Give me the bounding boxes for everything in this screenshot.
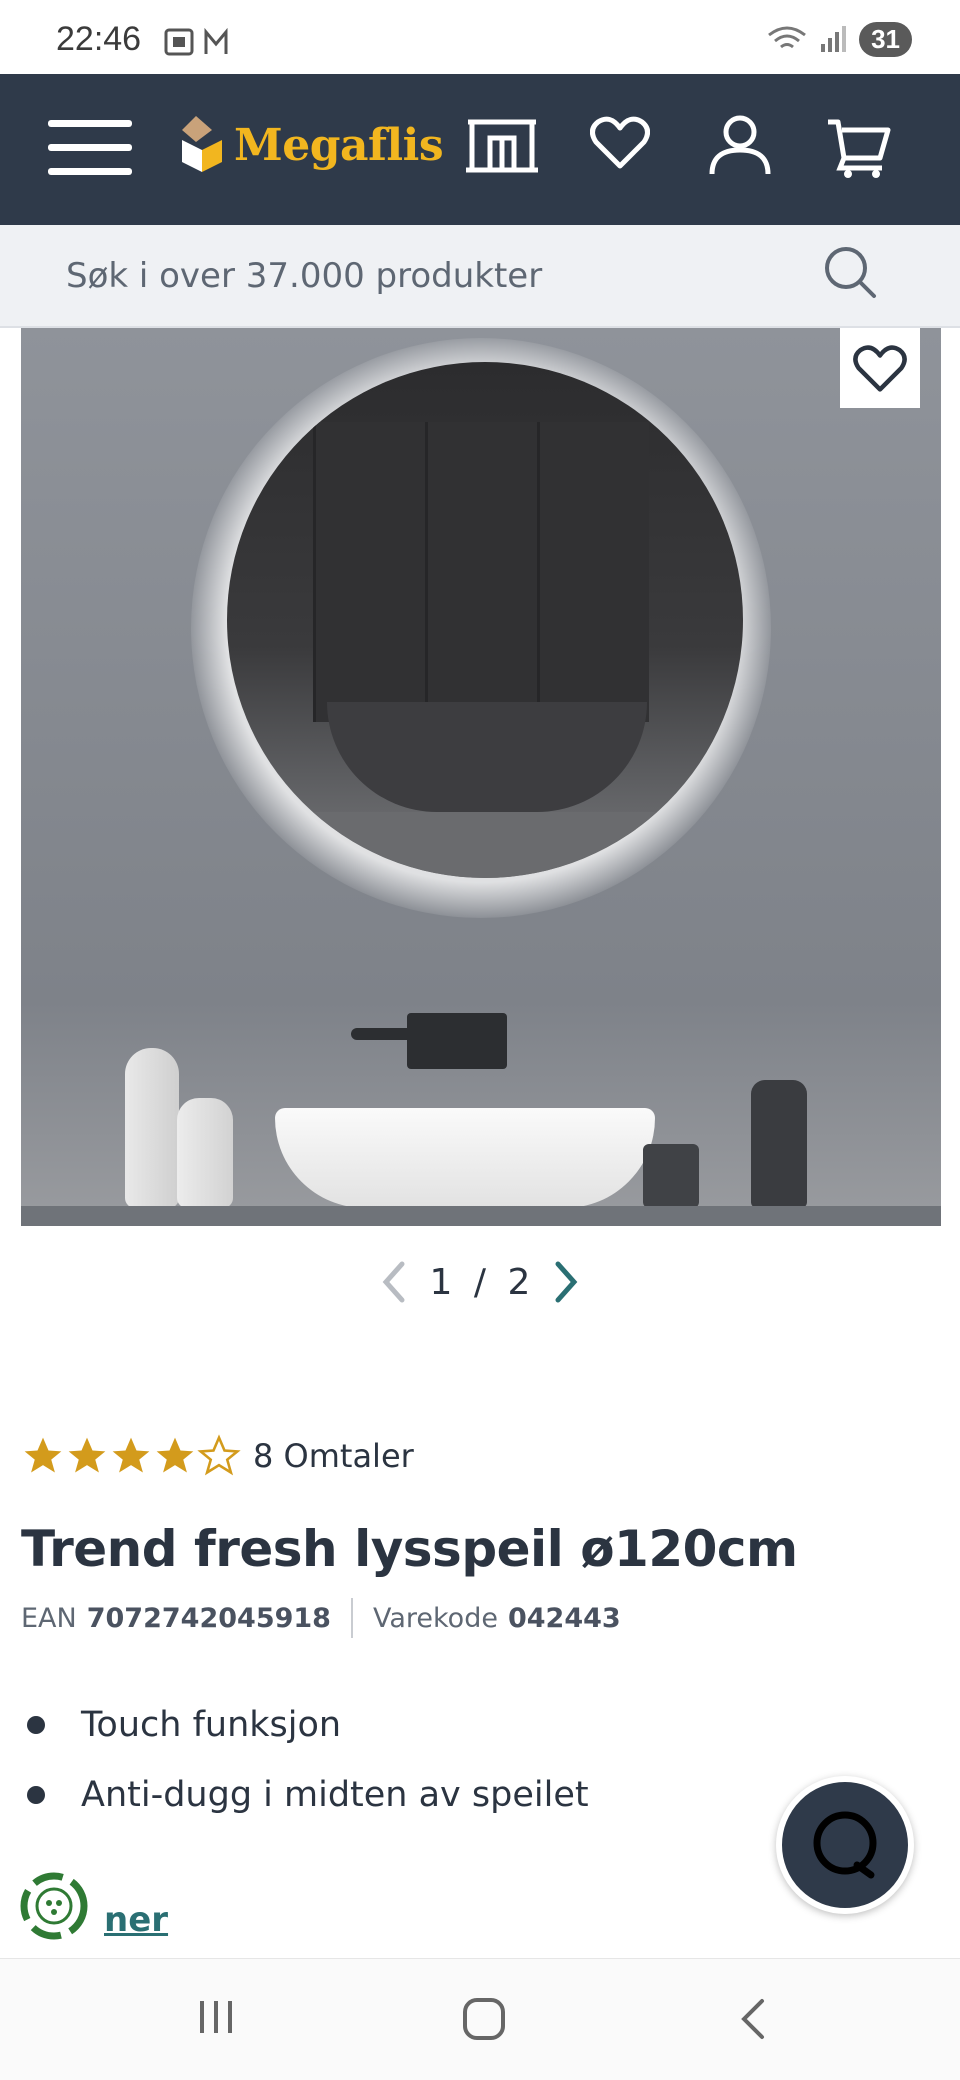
product-title: Trend fresh lysspeil ø120cm (21, 1520, 798, 1578)
search-bar (0, 225, 960, 328)
sink-basin (275, 1108, 655, 1208)
pager-total: 2 (507, 1261, 531, 1303)
feature-item: Anti-dugg i midten av speilet (21, 1760, 589, 1830)
status-bar: 22:46 31 (0, 0, 960, 74)
star-filled-icon (156, 1437, 194, 1473)
ean-value: 7072742045918 (86, 1602, 331, 1634)
code-value: 042443 (507, 1602, 621, 1634)
back-icon[interactable] (738, 1997, 768, 2045)
search-input[interactable] (66, 249, 786, 303)
faucet (407, 1013, 507, 1069)
reviews-count[interactable]: 8 Omtaler (253, 1437, 414, 1475)
pager-separator: / (473, 1261, 487, 1303)
ean-label: EAN (21, 1602, 77, 1634)
cart-icon[interactable] (826, 114, 892, 180)
star-filled-icon (68, 1437, 106, 1473)
code-label: Varekode (372, 1602, 498, 1634)
wifi-icon (768, 26, 806, 48)
brand-logo[interactable]: Megaflis (178, 116, 444, 174)
signal-icon (821, 25, 847, 52)
feature-list: Touch funksjon Anti-dugg i midten av spe… (21, 1690, 589, 1830)
status-right: 31 (767, 22, 912, 57)
brand-name: Megaflis (234, 119, 444, 171)
add-to-favorites-button[interactable] (840, 328, 920, 408)
next-image-icon[interactable] (552, 1260, 580, 1304)
product-image[interactable] (21, 328, 941, 1226)
status-time: 22:46 (56, 20, 142, 58)
account-user-icon[interactable] (708, 114, 772, 176)
more-info-link[interactable]: ner (104, 1900, 168, 1940)
logo-mark-icon (182, 116, 222, 172)
chat-button[interactable] (776, 1776, 914, 1914)
status-notification-icons (162, 26, 246, 62)
pager-current: 1 (429, 1261, 453, 1303)
image-pager: 1 / 2 (380, 1254, 580, 1310)
menu-icon[interactable] (48, 118, 132, 178)
wishlist-heart-icon[interactable] (590, 114, 650, 170)
star-filled-icon (112, 1437, 150, 1473)
product-codes: EAN 7072742045918 Varekode 042443 (21, 1598, 621, 1638)
round-mirror (227, 362, 743, 878)
star-empty-icon (197, 1434, 241, 1476)
battery-badge: 31 (859, 22, 912, 57)
eco-badge-icon[interactable] (18, 1870, 90, 1942)
prev-image-icon[interactable] (380, 1260, 408, 1304)
home-icon[interactable] (462, 1997, 506, 2045)
feature-item: Touch funksjon (21, 1690, 589, 1760)
star-filled-icon (24, 1437, 62, 1473)
heart-icon (853, 345, 907, 392)
search-icon[interactable] (822, 244, 878, 304)
codes-divider (350, 1598, 353, 1638)
store-icon[interactable] (462, 114, 542, 176)
site-header: Megaflis (0, 74, 960, 225)
product-rating[interactable]: 8 Omtaler (21, 1434, 414, 1478)
system-nav-bar (0, 1958, 960, 2080)
chat-icon (813, 1811, 877, 1879)
recent-apps-icon[interactable] (196, 1997, 236, 2041)
